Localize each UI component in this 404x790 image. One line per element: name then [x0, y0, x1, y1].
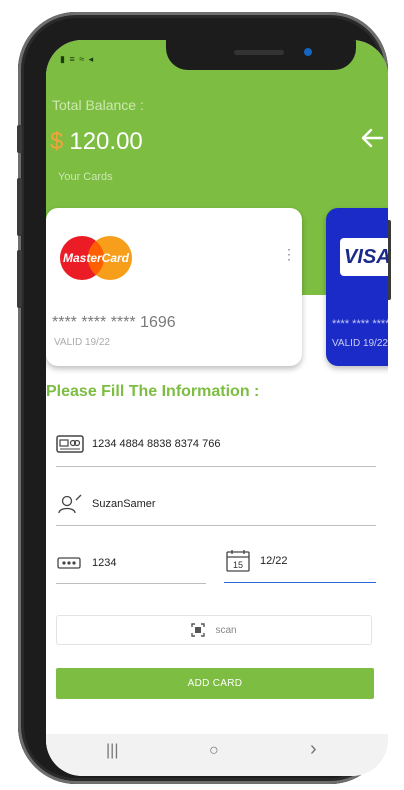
card-number: **** **** ****	[332, 318, 388, 330]
scan-label: scan	[215, 624, 237, 636]
scan-icon	[191, 623, 206, 637]
form-title: Please Fill The Information :	[46, 383, 260, 400]
visa-card[interactable]: VISA **** **** **** VALID 19/22	[326, 208, 388, 366]
home-button[interactable]: ○	[209, 742, 219, 760]
cvv-value: 1234	[92, 557, 117, 569]
cvv-field[interactable]: 1234	[56, 543, 206, 584]
card-number-value: 1234 4884 8838 8374 766	[92, 438, 221, 450]
visa-logo: VISA	[340, 238, 388, 276]
balance-value: 120.00	[69, 128, 143, 155]
balance-amount: $120.00	[50, 128, 143, 156]
status-bar: ▮ ≡ ≈ ◂	[60, 54, 95, 64]
credit-card-icon	[56, 435, 84, 453]
calendar-icon: 15	[226, 550, 250, 572]
card-valid: VALID 19/22	[54, 337, 110, 348]
your-cards-label: Your Cards	[58, 171, 113, 183]
expiry-date-value: 12/22	[260, 555, 288, 567]
mastercard-brand-text: MasterCard	[63, 251, 130, 265]
user-edit-icon	[58, 494, 82, 513]
phone-side-button	[17, 178, 22, 236]
mastercard-logo: MasterCard	[60, 236, 132, 280]
card-number-field[interactable]: 1234 4884 8838 8374 766	[56, 422, 376, 467]
recent-apps-button[interactable]: |||	[106, 742, 118, 760]
back-button[interactable]: ›	[310, 738, 317, 761]
expiry-date-field[interactable]: 15 12/22	[224, 540, 376, 583]
add-card-button[interactable]: ADD CARD	[56, 668, 374, 699]
cardholder-name-field[interactable]: SuzanSamer	[56, 482, 376, 526]
currency-symbol: $	[50, 128, 64, 155]
speaker-grille	[234, 50, 284, 55]
total-balance-label: Total Balance :	[52, 97, 144, 113]
android-nav-bar: ||| ○ ›	[46, 734, 388, 776]
phone-screen: ▮ ≡ ≈ ◂ Total Balance : $120.00 Your Car…	[46, 40, 388, 776]
card-number: **** **** **** 1696	[52, 314, 176, 331]
scan-button[interactable]: scan	[56, 615, 372, 645]
notch	[166, 40, 356, 70]
card-valid: VALID 19/22	[332, 338, 388, 349]
screenshot-stage: ▮ ≡ ≈ ◂ Total Balance : $120.00 Your Car…	[0, 0, 404, 790]
cvv-icon	[57, 557, 81, 569]
phone-side-button	[17, 250, 22, 308]
mastercard-card[interactable]: MasterCard ⋮ **** **** **** 1696 VALID 1…	[46, 208, 302, 366]
card-menu-icon[interactable]: ⋮	[282, 246, 296, 263]
arrow-left-icon[interactable]	[360, 126, 384, 150]
front-camera	[304, 48, 312, 56]
phone-side-button	[17, 125, 22, 153]
cardholder-name-value: SuzanSamer	[92, 497, 156, 510]
calendar-day: 15	[233, 560, 243, 570]
